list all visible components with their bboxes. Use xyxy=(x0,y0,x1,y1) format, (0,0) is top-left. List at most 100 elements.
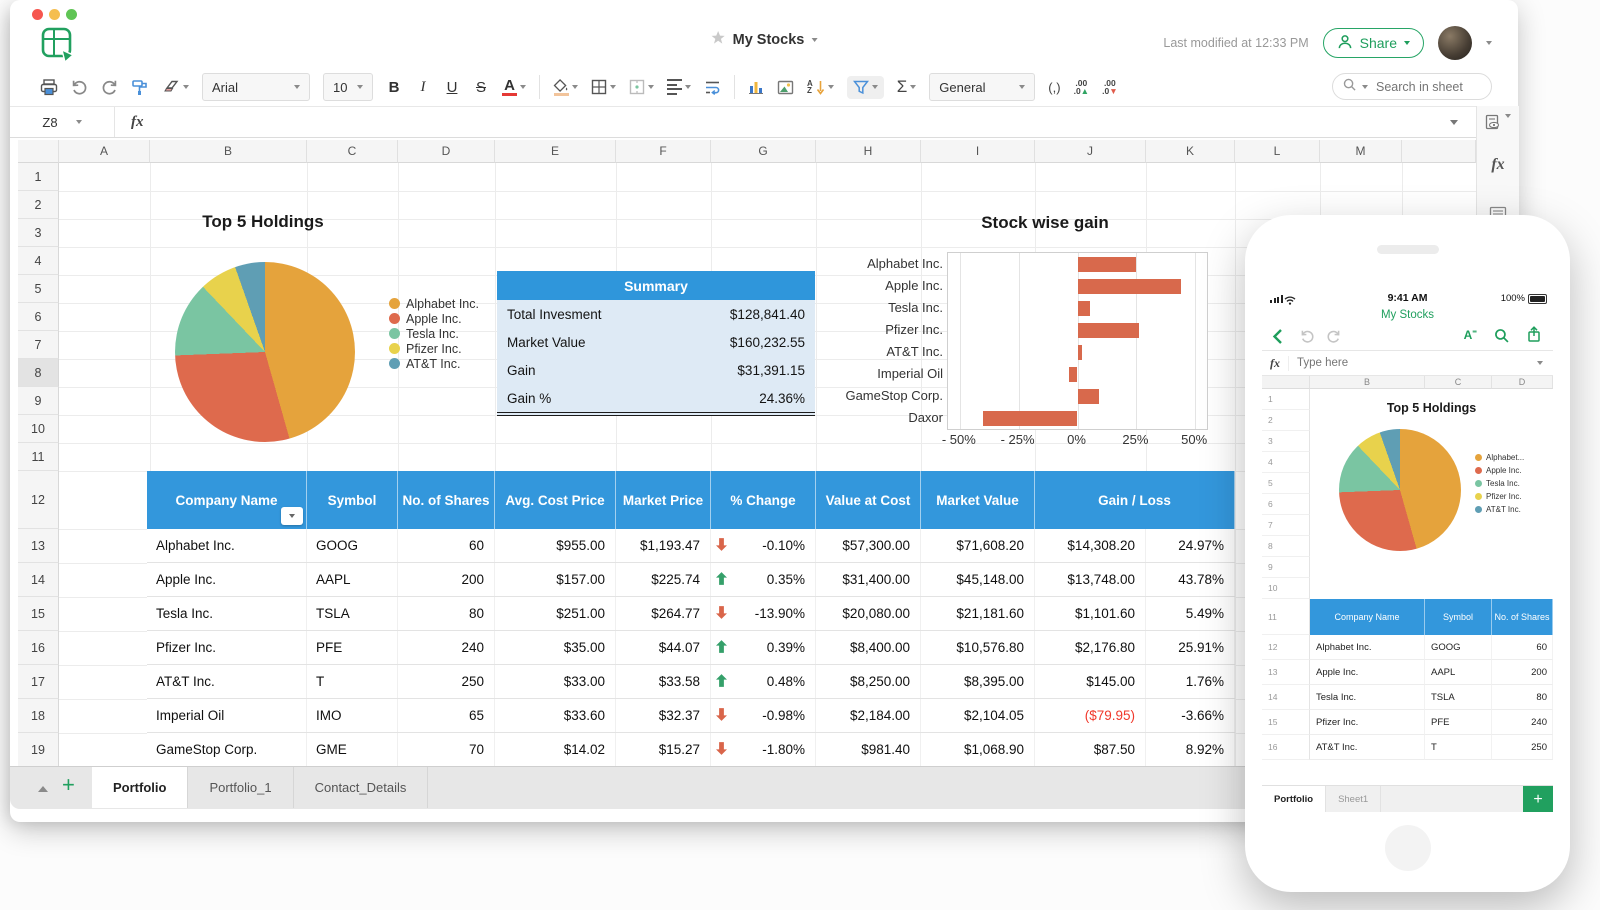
table-cell[interactable]: $955.00 xyxy=(495,529,616,562)
table-cell[interactable]: 8.92% xyxy=(1146,733,1235,766)
row-header-18[interactable]: 18 xyxy=(18,699,59,733)
phone-row-header-4[interactable]: 4 xyxy=(1262,452,1310,473)
table-header-no-of-shares[interactable]: No. of Shares xyxy=(398,471,495,529)
table-header-company-name[interactable]: Company Name xyxy=(147,471,307,529)
table-cell[interactable]: $71,608.20 xyxy=(921,529,1035,562)
close-button[interactable] xyxy=(32,9,43,20)
row-header-19[interactable]: 19 xyxy=(18,733,59,766)
table-cell[interactable]: 43.78% xyxy=(1146,563,1235,596)
italic-button[interactable]: I xyxy=(415,79,431,96)
table-cell[interactable]: -1.80% xyxy=(711,733,816,766)
table-cell[interactable]: $1,193.47 xyxy=(616,529,711,562)
strikethrough-button[interactable]: S xyxy=(473,79,489,96)
phone-table-cell[interactable]: 240 xyxy=(1492,710,1553,735)
phone-row-header-5[interactable]: 5 xyxy=(1262,473,1310,494)
insert-chart-button[interactable] xyxy=(748,79,764,95)
column-header-partial[interactable] xyxy=(1402,140,1476,163)
merge-cells-button[interactable] xyxy=(629,79,654,95)
table-cell[interactable]: -0.98% xyxy=(711,699,816,732)
row-header-4[interactable]: 4 xyxy=(18,247,59,275)
table-cell[interactable]: $8,400.00 xyxy=(816,631,921,664)
row-header-14[interactable]: 14 xyxy=(18,563,59,597)
summary-table[interactable]: Summary Total Invesment$128,841.40Market… xyxy=(497,271,815,416)
font-size-select[interactable]: 10 xyxy=(323,73,373,101)
table-cell[interactable]: $981.40 xyxy=(816,733,921,766)
font-select[interactable]: Arial xyxy=(202,73,310,101)
undo-button[interactable] xyxy=(71,80,88,95)
sheet-tab-portfolio_1[interactable]: Portfolio_1 xyxy=(188,767,293,808)
table-header-market-price[interactable]: Market Price xyxy=(616,471,711,529)
fill-color-button[interactable] xyxy=(553,79,578,96)
filter-button[interactable] xyxy=(847,76,884,99)
sheet-tab-portfolio[interactable]: Portfolio xyxy=(92,767,188,808)
table-cell[interactable]: $45,148.00 xyxy=(921,563,1035,596)
column-header-G[interactable]: G xyxy=(711,140,816,163)
underline-button[interactable]: U xyxy=(444,79,460,96)
table-cell[interactable]: $35.00 xyxy=(495,631,616,664)
phone-row-header-14[interactable]: 14 xyxy=(1262,685,1310,710)
phone-row-header-16[interactable]: 16 xyxy=(1262,735,1310,760)
table-cell[interactable]: AAPL xyxy=(307,563,398,596)
row-header-17[interactable]: 17 xyxy=(18,665,59,699)
table-cell[interactable]: 24.97% xyxy=(1146,529,1235,562)
table-header-gain-loss[interactable]: Gain / Loss xyxy=(1035,471,1235,529)
phone-table-cell[interactable]: Pfizer Inc. xyxy=(1310,710,1425,735)
bar-chart[interactable] xyxy=(947,252,1208,430)
table-cell[interactable]: $2,184.00 xyxy=(816,699,921,732)
phone-row-header-2[interactable]: 2 xyxy=(1262,410,1310,431)
row-header-8[interactable]: 8 xyxy=(18,359,59,387)
row-header-9[interactable]: 9 xyxy=(18,387,59,415)
phone-row-header-12[interactable]: 12 xyxy=(1262,635,1310,660)
row-header-16[interactable]: 16 xyxy=(18,631,59,665)
pie-chart[interactable] xyxy=(175,262,355,442)
column-header-E[interactable]: E xyxy=(495,140,616,163)
comma-format-button[interactable]: (,) xyxy=(1048,80,1060,95)
table-cell[interactable]: GOOG xyxy=(307,529,398,562)
table-cell[interactable]: $15.27 xyxy=(616,733,711,766)
tab-list-button[interactable] xyxy=(38,786,48,792)
table-header-avg-cost-price[interactable]: Avg. Cost Price xyxy=(495,471,616,529)
table-cell[interactable]: Alphabet Inc. xyxy=(147,529,307,562)
document-title-text[interactable]: My Stocks xyxy=(733,32,805,48)
phone-row-header-10[interactable]: 10 xyxy=(1262,578,1310,599)
column-header-I[interactable]: I xyxy=(921,140,1035,163)
row-header-6[interactable]: 6 xyxy=(18,303,59,331)
table-header-symbol[interactable]: Symbol xyxy=(307,471,398,529)
column-filter-button[interactable] xyxy=(281,507,303,525)
minimize-button[interactable] xyxy=(49,9,60,20)
functions-panel-icon[interactable]: fx xyxy=(1477,156,1519,174)
table-cell[interactable]: 0.35% xyxy=(711,563,816,596)
row-header-7[interactable]: 7 xyxy=(18,331,59,359)
table-cell[interactable]: TSLA xyxy=(307,597,398,630)
phone-table-cell[interactable]: TSLA xyxy=(1425,685,1492,710)
table-cell[interactable]: -13.90% xyxy=(711,597,816,630)
format-painter-button[interactable] xyxy=(131,79,149,96)
account-chevron-icon[interactable] xyxy=(1486,41,1492,45)
table-cell[interactable]: -0.10% xyxy=(711,529,816,562)
table-cell[interactable]: IMO xyxy=(307,699,398,732)
table-cell[interactable]: AT&T Inc. xyxy=(147,665,307,698)
table-cell[interactable]: $225.74 xyxy=(616,563,711,596)
phone-column-header-C[interactable]: C xyxy=(1425,376,1492,389)
phone-row-header-15[interactable]: 15 xyxy=(1262,710,1310,735)
search-input[interactable] xyxy=(1374,79,1482,95)
table-cell[interactable]: Tesla Inc. xyxy=(147,597,307,630)
table-cell[interactable]: Pfizer Inc. xyxy=(147,631,307,664)
phone-table-cell[interactable]: 60 xyxy=(1492,635,1553,660)
table-cell[interactable]: 0.48% xyxy=(711,665,816,698)
table-cell[interactable]: $145.00 xyxy=(1035,665,1146,698)
table-cell[interactable]: $10,576.80 xyxy=(921,631,1035,664)
table-cell[interactable]: GME xyxy=(307,733,398,766)
table-cell[interactable]: $8,250.00 xyxy=(816,665,921,698)
table-cell[interactable]: $20,080.00 xyxy=(816,597,921,630)
row-header-2[interactable]: 2 xyxy=(18,191,59,219)
column-header-B[interactable]: B xyxy=(150,140,307,163)
favorite-star-icon[interactable] xyxy=(711,30,726,50)
table-cell[interactable]: PFE xyxy=(307,631,398,664)
table-cell[interactable]: 65 xyxy=(398,699,495,732)
print-button[interactable] xyxy=(40,79,58,96)
phone-column-header-D[interactable]: D xyxy=(1492,376,1553,389)
column-header-M[interactable]: M xyxy=(1320,140,1402,163)
phone-sheet-tab-portfolio[interactable]: Portfolio xyxy=(1262,786,1326,812)
view-options-icon[interactable] xyxy=(1477,114,1519,131)
